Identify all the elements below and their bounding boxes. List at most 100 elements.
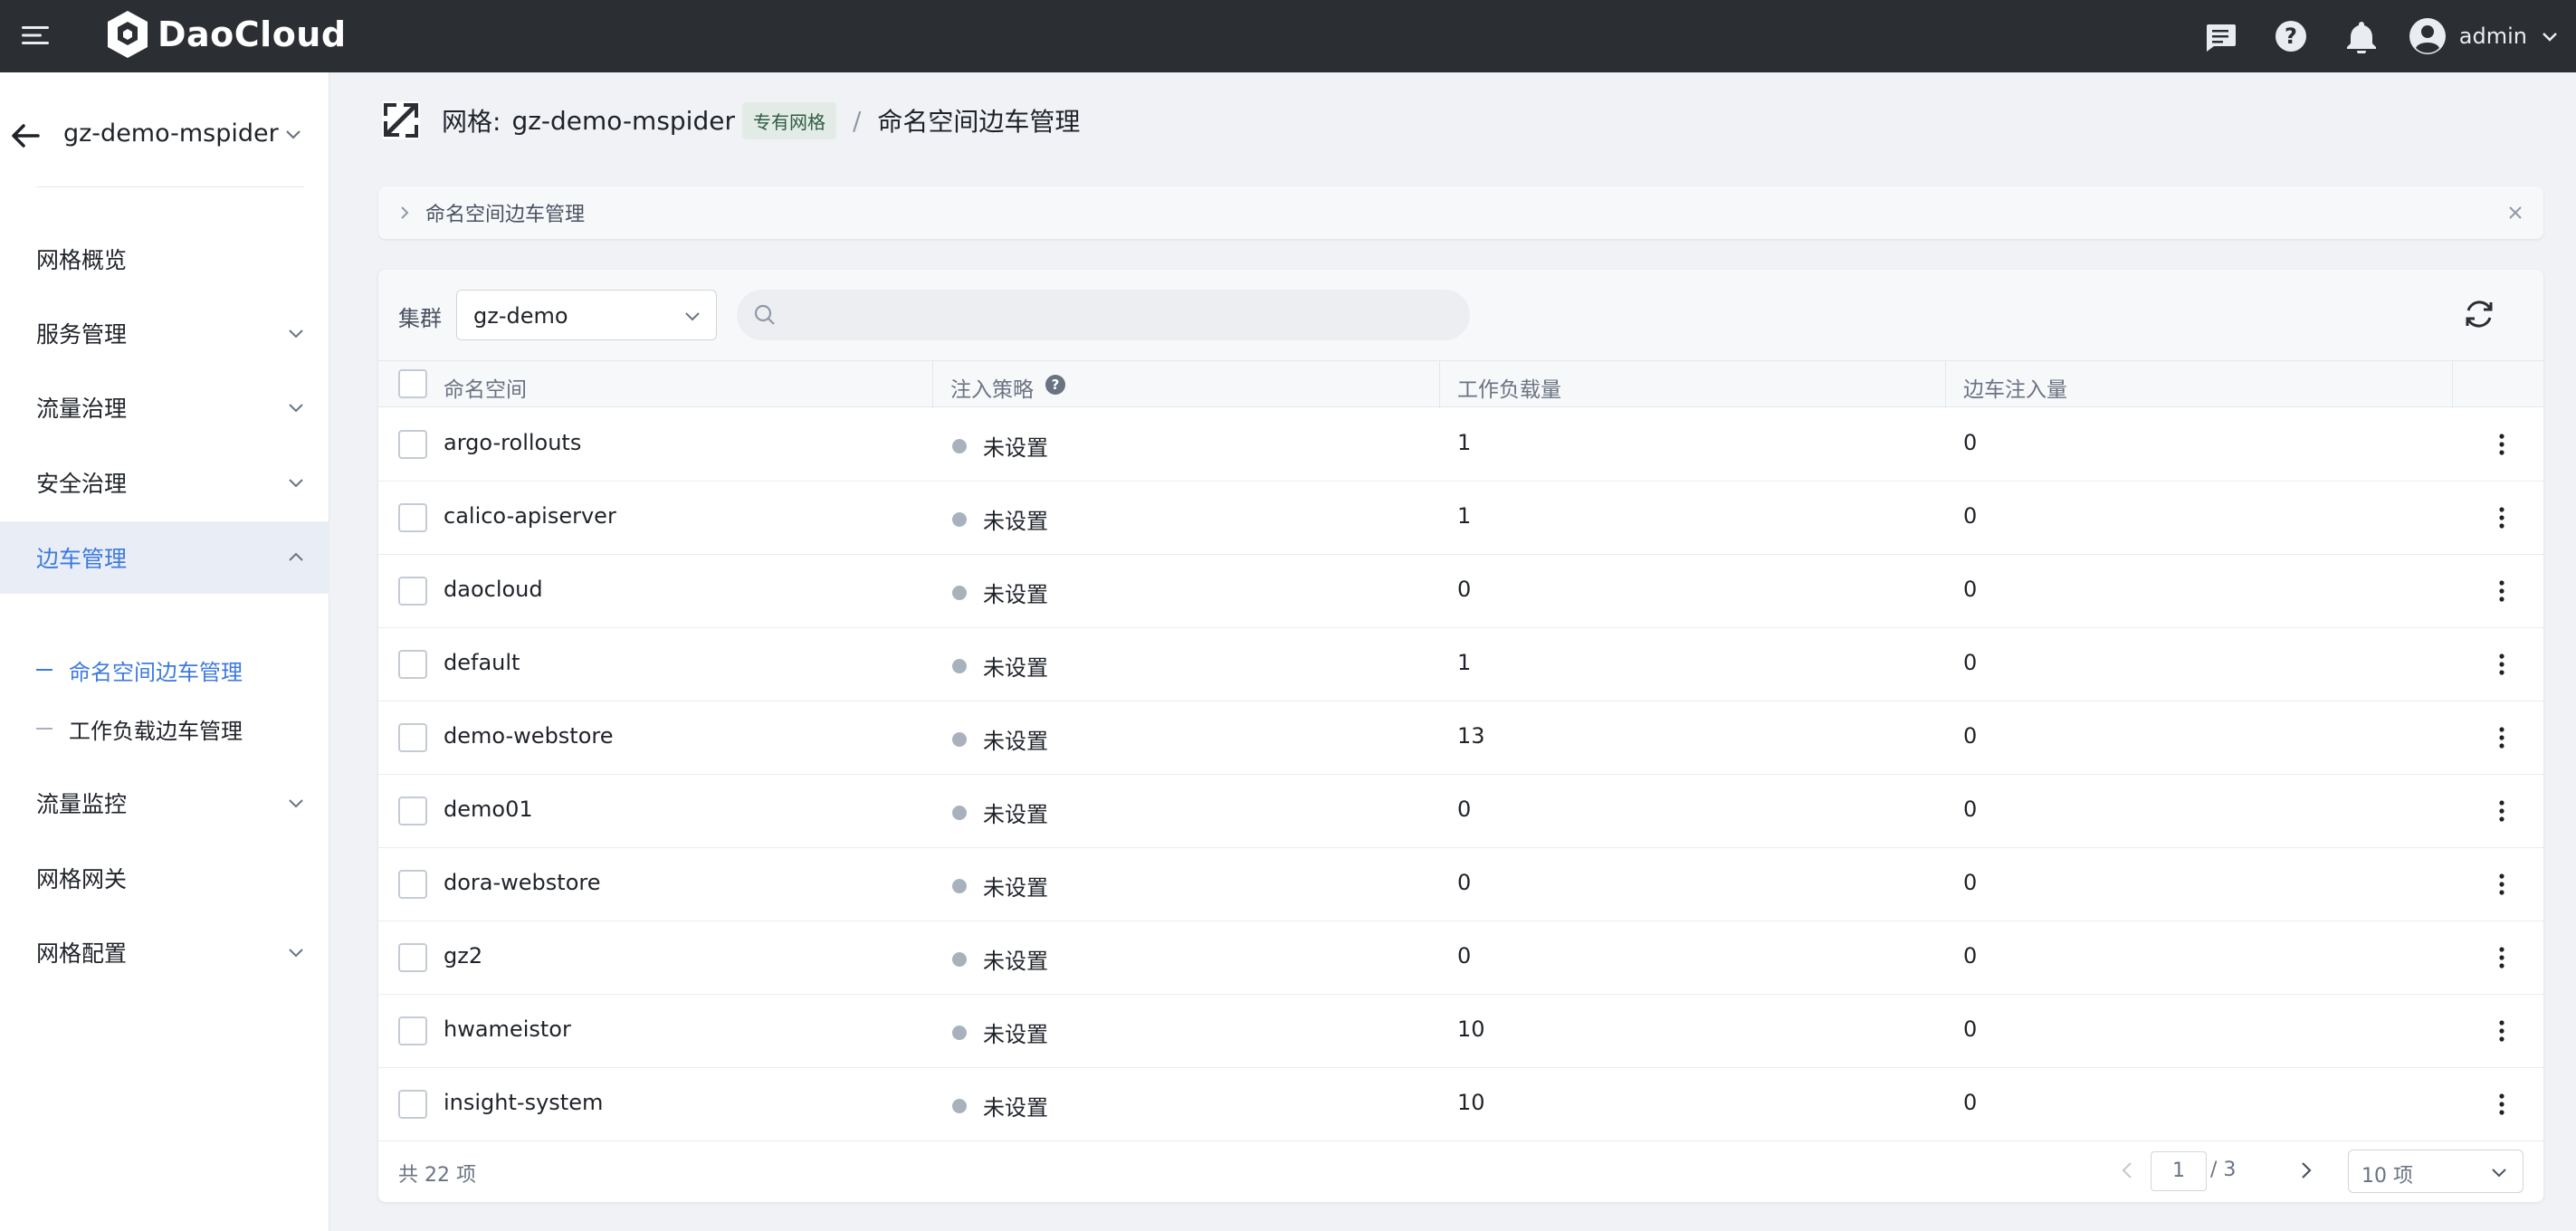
info-banner: 命名空间边车管理	[378, 186, 2543, 239]
sidebar-item-label: 网格网关	[36, 866, 128, 892]
sidebar-item-traffic-governance[interactable]: 流量治理	[0, 371, 329, 444]
svg-text:?: ?	[1052, 377, 1060, 393]
back-arrow-icon[interactable]	[9, 119, 42, 152]
table-header: 命名空间 注入策略 ? 工作负载量 边车注入量	[378, 360, 2543, 408]
user-menu[interactable]: admin	[2409, 17, 2560, 55]
chevron-left-icon[interactable]	[2114, 1157, 2142, 1184]
sidebar-item-label: 服务管理	[36, 321, 128, 348]
svg-text:?: ?	[2285, 24, 2297, 49]
sidebar-item-mesh-config[interactable]: 网格配置	[0, 916, 329, 988]
help-icon[interactable]: ?	[1045, 374, 1066, 396]
column-header-sidecars[interactable]: 边车注入量	[1963, 372, 2067, 403]
more-actions-icon[interactable]	[2485, 721, 2518, 754]
more-actions-icon[interactable]	[2485, 868, 2518, 901]
table-row[interactable]: insight-system 未设置 10 0	[378, 1068, 2543, 1141]
sidebar-item-service-management[interactable]: 服务管理	[0, 297, 329, 369]
sidebar-item-label: 流量监控	[36, 791, 128, 817]
help-button[interactable]: ?	[2271, 16, 2311, 56]
daocloud-logo-icon	[108, 11, 148, 58]
more-actions-icon[interactable]	[2485, 575, 2518, 607]
table-row[interactable]: argo-rollouts 未设置 1 0	[378, 408, 2543, 482]
sidebar-item-label: 网格概览	[36, 247, 128, 273]
workloads-cell: 0	[1457, 870, 1472, 895]
status-dot	[952, 512, 967, 527]
more-actions-icon[interactable]	[2485, 428, 2518, 461]
row-checkbox[interactable]	[398, 797, 427, 825]
table-row[interactable]: calico-apiserver 未设置 1 0	[378, 482, 2543, 555]
more-actions-icon[interactable]	[2485, 941, 2518, 974]
policy-cell: 未设置	[983, 509, 1048, 534]
row-checkbox[interactable]	[398, 870, 427, 899]
more-actions-icon[interactable]	[2485, 501, 2518, 534]
cluster-select[interactable]: gz-demo	[456, 290, 717, 340]
policy-cell: 未设置	[983, 875, 1048, 901]
workloads-cell: 0	[1457, 577, 1472, 602]
column-header-namespace[interactable]: 命名空间	[444, 372, 527, 403]
policy-cell: 未设置	[983, 949, 1048, 974]
sidecars-cell: 0	[1963, 1016, 1978, 1042]
mesh-selector[interactable]: gz-demo-mspider	[0, 100, 329, 172]
table-row[interactable]: demo01 未设置 0 0	[378, 775, 2543, 848]
table-row[interactable]: gz2 未设置 0 0	[378, 921, 2543, 995]
namespace-table-card: 集群 gz-demo 命名空间 注入策略 ? 工作负载量 边车注入量 argo-…	[378, 270, 2543, 1202]
select-all-checkbox[interactable]	[398, 369, 427, 398]
sidebar-item-label: 网格配置	[36, 940, 128, 967]
namespace-cell: gz2	[444, 943, 483, 969]
sidebar-subitem-namespace-sidecar[interactable]: 命名空间边车管理	[0, 643, 329, 697]
brand-logo[interactable]: DaoCloud	[105, 9, 347, 60]
breadcrumb-mesh-link[interactable]: gz-demo-mspider	[511, 106, 735, 136]
sidecars-cell: 0	[1963, 430, 1978, 455]
refresh-icon[interactable]	[2460, 295, 2498, 333]
table-row[interactable]: default 未设置 1 0	[378, 628, 2543, 701]
sidebar-item-label: 流量治理	[36, 396, 128, 422]
policy-cell: 未设置	[983, 435, 1048, 461]
chevron-down-icon	[685, 312, 700, 321]
breadcrumb-prefix: 网格:	[442, 107, 501, 137]
sidebar-item-mesh-gateway[interactable]: 网格网关	[0, 842, 329, 914]
page-size-select[interactable]: 10 项	[2348, 1150, 2524, 1193]
chevron-down-icon	[2543, 33, 2557, 42]
table-row[interactable]: dora-webstore 未设置 0 0	[378, 848, 2543, 921]
more-actions-icon[interactable]	[2485, 1015, 2518, 1047]
column-header-policy[interactable]: 注入策略	[950, 372, 1034, 403]
row-checkbox[interactable]	[398, 723, 427, 752]
table-toolbar: 集群 gz-demo	[378, 270, 2543, 360]
breadcrumb: 网格: gz-demo-mspider 专有网格 / 命名空间边车管理	[380, 98, 1080, 143]
sidebar-item-sidecar-management[interactable]: 边车管理	[0, 521, 329, 594]
status-dot	[952, 439, 967, 453]
sidebar-divider	[36, 186, 304, 187]
notification-button[interactable]	[2342, 16, 2381, 56]
sidebar-item-mesh-overview[interactable]: 网格概览	[0, 223, 329, 295]
table-row[interactable]: daocloud 未设置 0 0	[378, 555, 2543, 628]
namespace-cell: daocloud	[444, 577, 543, 602]
more-actions-icon[interactable]	[2485, 1088, 2518, 1121]
row-checkbox[interactable]	[398, 1090, 427, 1119]
row-checkbox[interactable]	[398, 943, 427, 972]
more-actions-icon[interactable]	[2485, 795, 2518, 827]
chevron-right-icon[interactable]	[395, 203, 415, 223]
row-checkbox[interactable]	[398, 577, 427, 606]
sidebar-item-label: 边车管理	[36, 546, 128, 572]
page-number-input[interactable]: 1	[2151, 1151, 2207, 1191]
menu-icon[interactable]	[20, 20, 51, 51]
chevron-right-icon[interactable]	[2292, 1157, 2319, 1184]
table-row[interactable]: demo-webstore 未设置 13 0	[378, 701, 2543, 775]
sidecars-cell: 0	[1963, 797, 1978, 822]
brand-name: DaoCloud	[157, 14, 347, 54]
table-row[interactable]: hwameistor 未设置 10 0	[378, 995, 2543, 1068]
sidebar-item-security-governance[interactable]: 安全治理	[0, 446, 329, 519]
sidebar-subitem-workload-sidecar[interactable]: 工作负载边车管理	[0, 701, 329, 756]
search-input[interactable]	[737, 290, 1470, 340]
message-button[interactable]	[2200, 16, 2240, 56]
more-actions-icon[interactable]	[2485, 648, 2518, 681]
row-checkbox[interactable]	[398, 1016, 427, 1045]
row-checkbox[interactable]	[398, 650, 427, 679]
column-header-workloads[interactable]: 工作负载量	[1457, 372, 1561, 403]
chevron-down-icon	[286, 130, 301, 139]
close-icon[interactable]	[2505, 203, 2525, 223]
row-checkbox[interactable]	[398, 503, 427, 532]
sidecars-cell: 0	[1963, 1090, 1978, 1115]
sidebar-item-traffic-monitoring[interactable]: 流量监控	[0, 767, 329, 839]
row-checkbox[interactable]	[398, 430, 427, 459]
policy-cell: 未设置	[983, 1095, 1048, 1121]
